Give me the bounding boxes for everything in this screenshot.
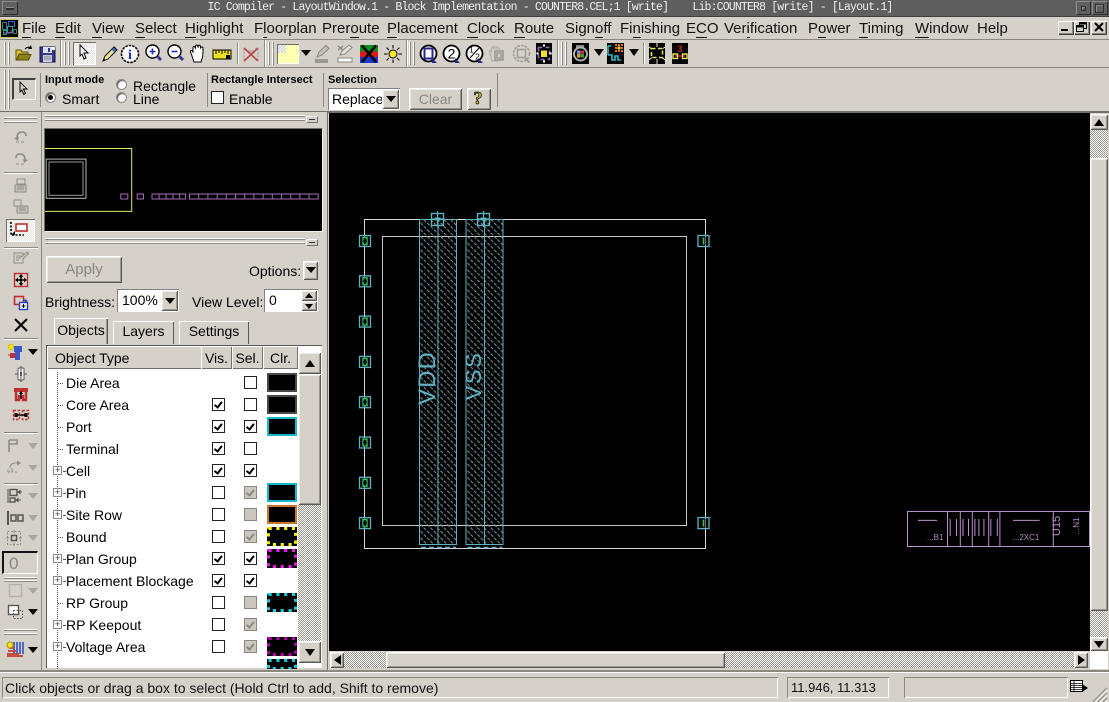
svg-text:i: i (128, 48, 132, 63)
svg-text:...B1: ...B1 (927, 533, 944, 542)
svg-text:2: 2 (448, 46, 456, 62)
svg-text:?: ? (474, 88, 483, 108)
svg-text:U15: U15 (1051, 516, 1063, 536)
svg-text:VDD: VDD (414, 351, 441, 405)
svg-text:...N1: ...N1 (1072, 517, 1081, 534)
svg-text:...2XC1: ...2XC1 (1013, 533, 1040, 542)
svg-text:1: 1 (469, 45, 474, 55)
svg-text:VSS: VSS (461, 352, 486, 401)
svg-text:3: 3 (677, 44, 682, 54)
